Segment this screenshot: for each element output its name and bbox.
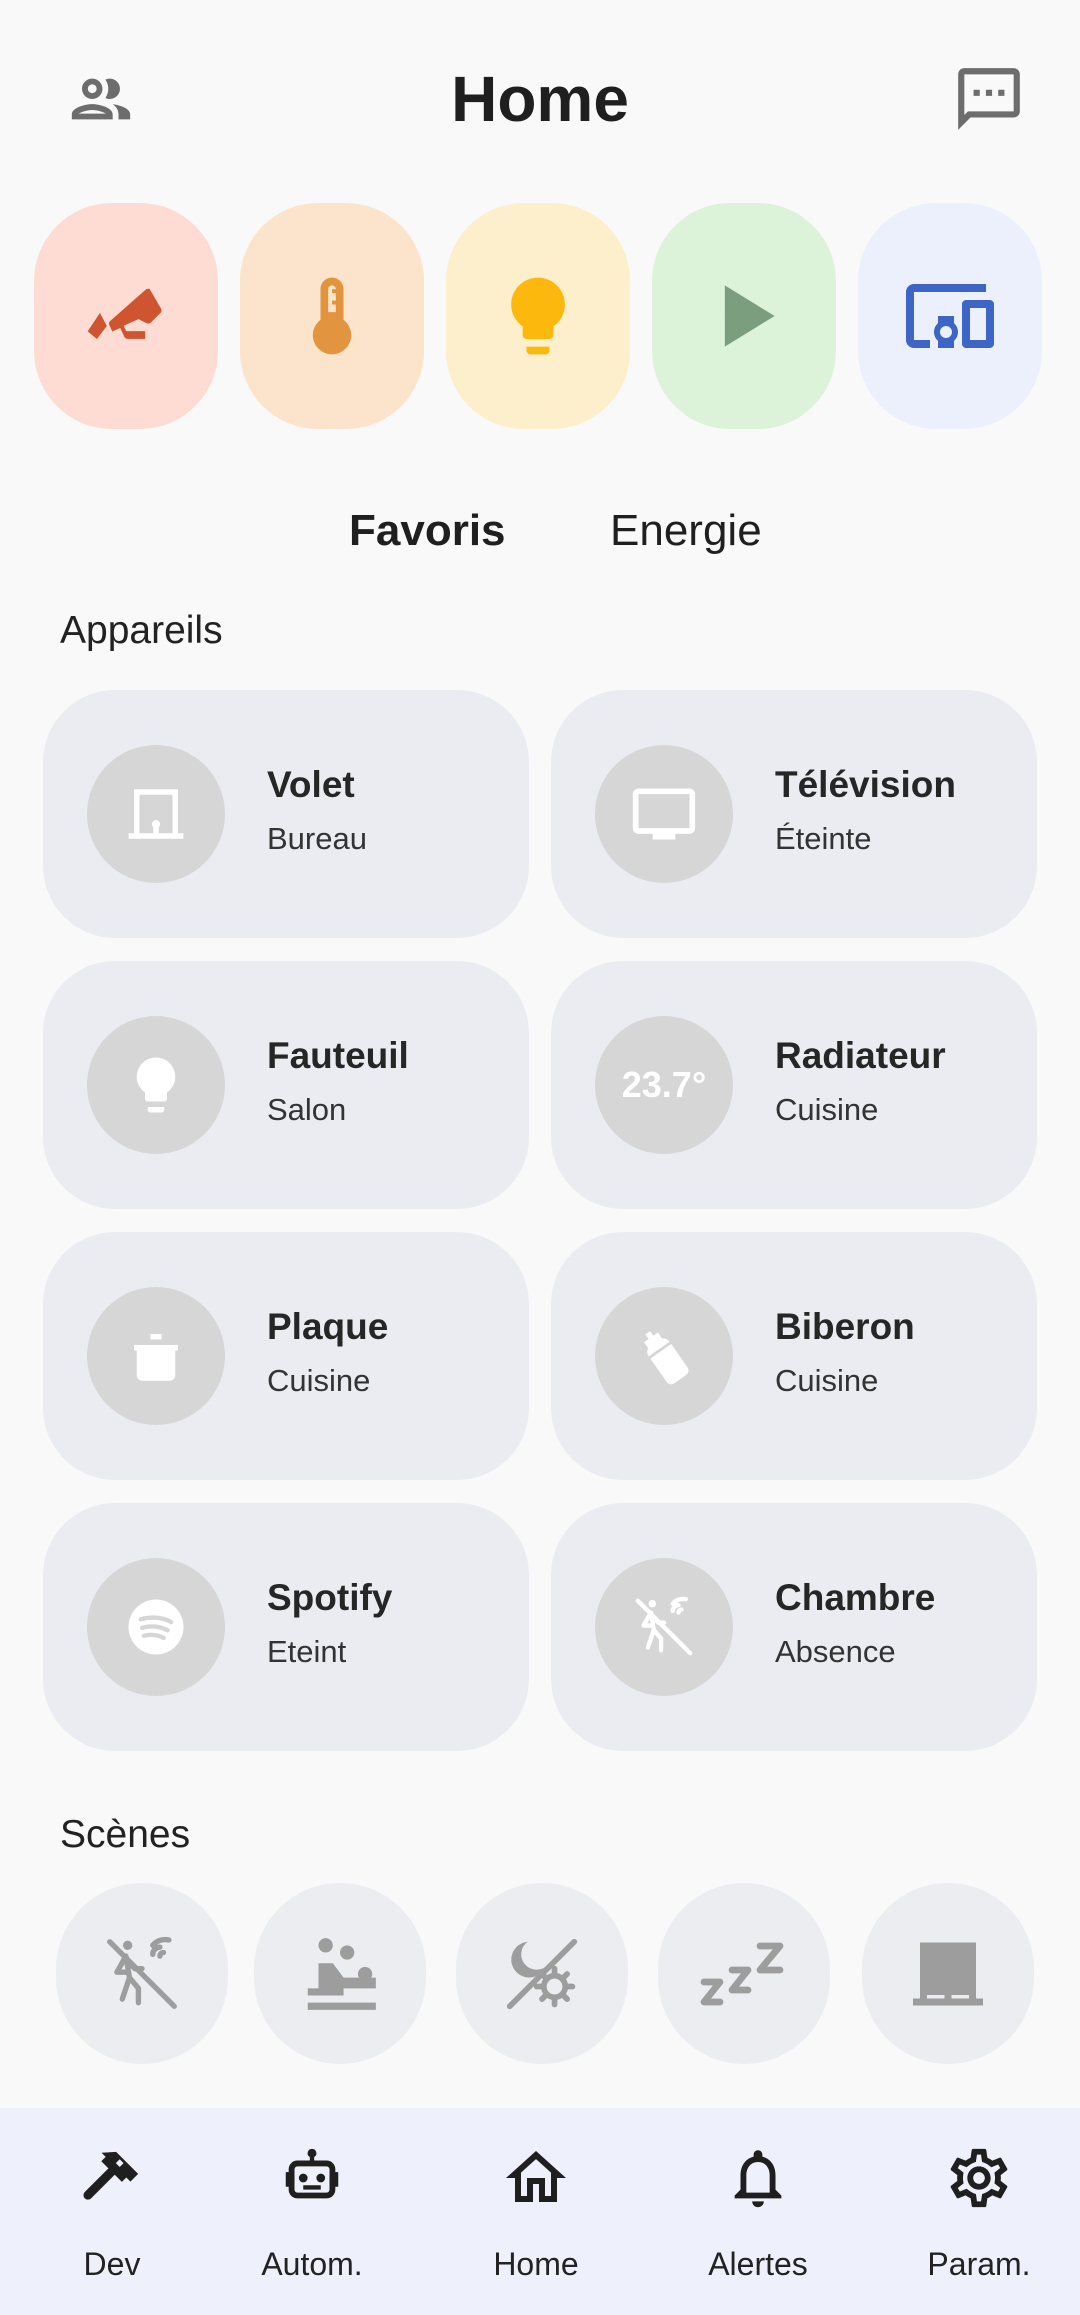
- device-name: Télévision: [775, 764, 956, 805]
- device-card-volet[interactable]: Volet Bureau: [43, 690, 529, 938]
- device-state: Cuisine: [775, 1092, 879, 1127]
- device-state: Bureau: [267, 821, 367, 856]
- device-name: Plaque: [267, 1306, 389, 1347]
- thermometer-icon: [312, 277, 352, 355]
- cctv-icon: [87, 288, 162, 339]
- day-night-icon: [506, 1938, 578, 2009]
- section-title-scenes: Scènes: [60, 1813, 191, 1856]
- category-climate-button[interactable]: [240, 203, 424, 429]
- nav-autom[interactable]: Autom.: [222, 2108, 402, 2315]
- device-card-television[interactable]: Télévision Éteinte: [551, 690, 1037, 938]
- sleep-icon: [700, 1942, 784, 2005]
- top-app-bar: Home: [0, 0, 1080, 200]
- category-lights-button[interactable]: [446, 203, 630, 429]
- spotify-icon: [87, 1558, 225, 1696]
- bottom-navigation: Dev Autom. Home Alertes Param.: [0, 2108, 1080, 2315]
- nav-label: Autom.: [261, 2246, 363, 2282]
- temperature-badge: 23.7°: [595, 1016, 733, 1154]
- device-card-fauteuil[interactable]: Fauteuil Salon: [43, 961, 529, 1209]
- device-name: Biberon: [775, 1306, 915, 1347]
- category-shortcuts: [34, 203, 1046, 429]
- home-icon: [496, 2138, 576, 2218]
- lightbulb-icon: [511, 277, 565, 355]
- device-card-chambre[interactable]: Chambre Absence: [551, 1503, 1037, 1751]
- device-state: Cuisine: [267, 1363, 371, 1398]
- device-state: Absence: [775, 1634, 896, 1669]
- nav-label: Dev: [83, 2246, 141, 2282]
- baby-changing-icon: [307, 1937, 376, 2010]
- device-state: Eteint: [267, 1634, 347, 1669]
- device-card-plaque[interactable]: Plaque Cuisine: [43, 1232, 529, 1480]
- device-name: Fauteuil: [267, 1035, 409, 1076]
- scene-baby-button[interactable]: [254, 1883, 426, 2064]
- pot-icon: [87, 1287, 225, 1425]
- device-state: Éteinte: [775, 821, 872, 856]
- tab-energie[interactable]: Energie: [610, 500, 762, 562]
- tab-favoris[interactable]: Favoris: [349, 500, 506, 562]
- temperature-value: 23.7°: [621, 1064, 707, 1105]
- device-state: Cuisine: [775, 1363, 879, 1398]
- gear-icon: [939, 2138, 1019, 2218]
- category-media-button[interactable]: [652, 203, 836, 429]
- tv-icon: [595, 745, 733, 883]
- page-title: Home: [451, 63, 629, 135]
- view-tabs: Favoris Energie: [0, 500, 1080, 570]
- scene-sleep-button[interactable]: [658, 1883, 830, 2064]
- play-icon: [724, 285, 775, 347]
- message-icon[interactable]: [948, 58, 1030, 140]
- device-card-spotify[interactable]: Spotify Eteint: [43, 1503, 529, 1751]
- category-cameras-button[interactable]: [34, 203, 218, 429]
- device-name: Chambre: [775, 1577, 936, 1618]
- scene-absence-button[interactable]: [56, 1883, 228, 2064]
- robot-icon: [272, 2138, 352, 2218]
- nav-home[interactable]: Home: [446, 2108, 626, 2315]
- device-name: Radiateur: [775, 1035, 946, 1076]
- shutter-icon: [913, 1942, 983, 2005]
- section-title-devices: Appareils: [60, 609, 223, 652]
- nav-label: Alertes: [708, 2246, 808, 2282]
- device-name: Volet: [267, 764, 355, 805]
- lightbulb-icon: [87, 1016, 225, 1154]
- motion-sensor-off-icon: [107, 1936, 177, 2009]
- device-card-biberon[interactable]: Biberon Cuisine: [551, 1232, 1037, 1480]
- nav-dev[interactable]: Dev: [22, 2108, 202, 2315]
- shutter-icon: [87, 745, 225, 883]
- scene-shutter-button[interactable]: [862, 1883, 1034, 2064]
- nav-label: Param.: [927, 2246, 1031, 2282]
- category-devices-button[interactable]: [858, 203, 1042, 429]
- nav-param[interactable]: Param.: [889, 2108, 1069, 2315]
- nav-alertes[interactable]: Alertes: [668, 2108, 848, 2315]
- motion-sensor-off-icon: [595, 1558, 733, 1696]
- device-name: Spotify: [267, 1577, 393, 1618]
- scene-day-night-button[interactable]: [456, 1883, 628, 2064]
- baby-bottle-icon: [595, 1287, 733, 1425]
- hammer-icon: [72, 2138, 152, 2218]
- device-card-radiateur[interactable]: 23.7° Radiateur Cuisine: [551, 961, 1037, 1209]
- nav-label: Home: [493, 2246, 579, 2282]
- devices-icon: [906, 284, 994, 348]
- device-state: Salon: [267, 1092, 347, 1127]
- bell-icon: [718, 2138, 798, 2218]
